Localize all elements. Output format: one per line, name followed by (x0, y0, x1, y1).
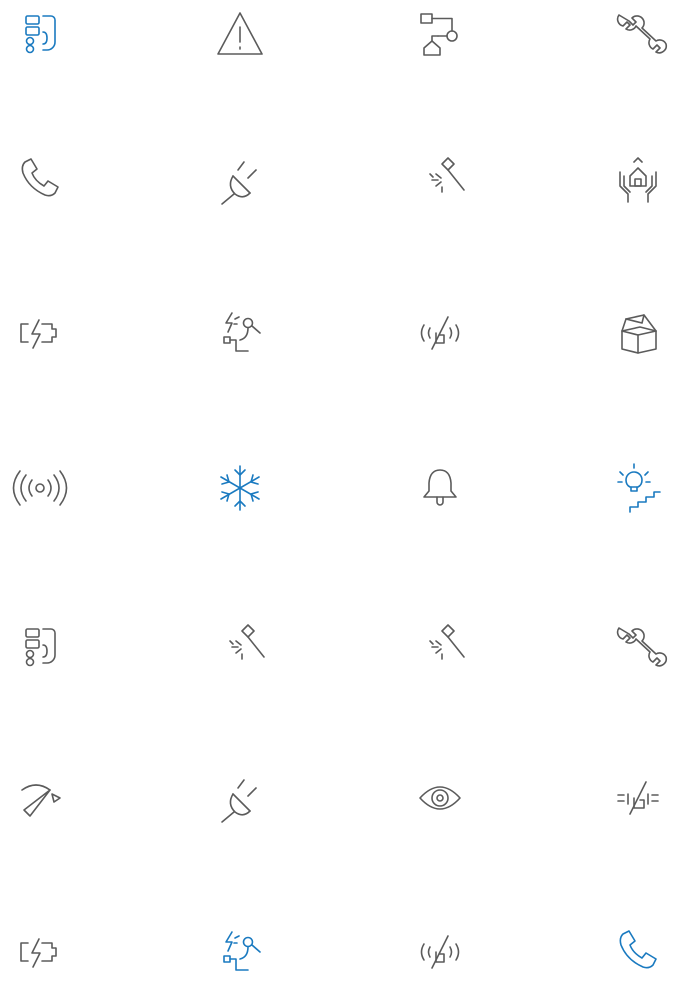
icon-cell (10, 617, 70, 677)
door-station-icon (25, 628, 56, 667)
bus-line-fault-icon (617, 781, 659, 815)
plug-icon (221, 161, 257, 205)
wrench-icon (616, 627, 668, 667)
icon-cell (410, 4, 470, 64)
house-protection-icon (619, 157, 657, 203)
eye-icon (419, 786, 461, 810)
icon-cell (410, 768, 470, 828)
wrench-icon (616, 14, 668, 54)
icon-cell (410, 303, 470, 363)
network-diagram-icon (420, 13, 458, 56)
icon-cell (410, 150, 470, 210)
sensor-fault-icon (223, 931, 261, 971)
door-station-icon (25, 15, 56, 54)
battery-fault-icon (20, 319, 57, 349)
battery-fault-icon (20, 938, 57, 968)
tamper-hammer-icon (229, 624, 265, 660)
tamper-hammer-icon (429, 624, 465, 660)
icon-cell (210, 922, 270, 982)
icon-cell (10, 922, 70, 982)
icon-cell (608, 303, 668, 363)
icon-cell (210, 768, 270, 828)
icon-cell (210, 303, 270, 363)
icon-cell (608, 458, 668, 518)
phone-icon (619, 930, 657, 969)
horn-icon (21, 784, 61, 817)
snowflake-icon (220, 465, 260, 511)
bell-icon (423, 469, 457, 506)
icon-grid (0, 0, 691, 989)
icon-cell (10, 150, 70, 210)
icon-cell (608, 617, 668, 677)
stair-light-icon (617, 463, 661, 513)
signal-blocked-icon (420, 316, 460, 350)
icon-cell (210, 4, 270, 64)
icon-cell (210, 617, 270, 677)
icon-cell (10, 458, 70, 518)
icon-cell (410, 458, 470, 518)
icon-cell (210, 150, 270, 210)
tamper-hammer-icon (429, 157, 465, 193)
icon-cell (10, 4, 70, 64)
warning-triangle-icon (217, 12, 263, 55)
icon-cell (410, 922, 470, 982)
wireless-signal-icon (12, 470, 68, 506)
icon-cell (608, 922, 668, 982)
icon-cell (410, 617, 470, 677)
open-box-icon (621, 314, 657, 354)
icon-cell (10, 768, 70, 828)
icon-cell (10, 303, 70, 363)
plug-icon (221, 779, 257, 823)
sensor-fault-icon (223, 312, 261, 352)
icon-cell (608, 150, 668, 210)
phone-icon (21, 158, 59, 197)
icon-cell (608, 768, 668, 828)
icon-cell (608, 4, 668, 64)
icon-cell (210, 458, 270, 518)
signal-blocked-icon (420, 935, 460, 969)
